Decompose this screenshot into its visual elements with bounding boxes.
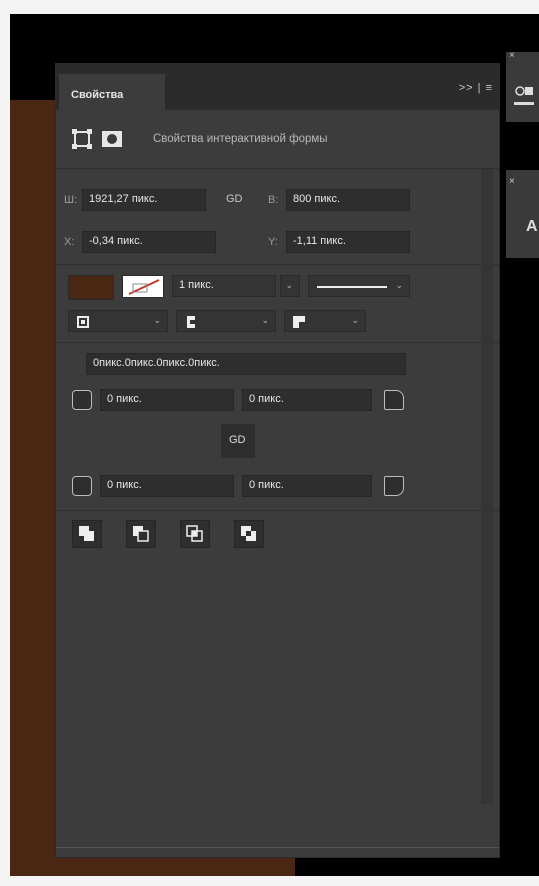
panel-scrollbar[interactable] (481, 169, 493, 804)
width-field[interactable]: 1921,27 пикс. (82, 189, 206, 211)
stroke-width-dropdown[interactable]: ⌄ (280, 275, 300, 297)
combine-shapes-button[interactable] (72, 520, 102, 548)
width-label: Ш: (64, 194, 78, 206)
panel-icon[interactable] (514, 84, 534, 105)
panel-menu-icon[interactable]: >> | ≡ (459, 82, 493, 94)
corner-bottom-right-field[interactable]: 0 пикс. (242, 475, 372, 497)
corner-bottom-right-icon (384, 476, 404, 496)
solid-line-icon (317, 286, 387, 288)
corner-icon (293, 316, 305, 328)
corner-top-left-field[interactable]: 0 пикс. (100, 389, 234, 411)
properties-panel: Свойства >> | ≡ Свойства интерактивной ф… (55, 63, 500, 858)
tab-properties[interactable]: Свойства (59, 74, 165, 110)
height-label: В: (268, 194, 279, 206)
corner-radius-combined-field[interactable]: 0пикс.0пикс.0пикс.0пикс. (86, 353, 406, 375)
tab-label: Свойства (71, 89, 124, 101)
bounding-box-icon (72, 129, 92, 149)
screen-frame-bottom (0, 876, 539, 886)
fill-color-swatch[interactable] (68, 275, 114, 300)
corner-top-right-field[interactable]: 0 пикс. (242, 389, 372, 411)
close-icon[interactable]: × (509, 50, 515, 61)
transform-icon-button[interactable] (71, 128, 93, 155)
panel-bottom-edge (56, 847, 499, 848)
exclude-shapes-icon (241, 526, 256, 541)
corner-bottom-left-icon (72, 476, 92, 496)
y-label: Y: (268, 236, 278, 248)
stroke-none-icon (128, 279, 160, 295)
cap-dropdown[interactable]: ⌄ (176, 310, 276, 332)
x-field[interactable]: -0,34 пикс. (82, 231, 216, 253)
chevron-down-icon: ⌄ (153, 315, 161, 325)
combine-shapes-icon (79, 526, 94, 541)
stroke-width-field[interactable]: 1 пикс. (172, 275, 276, 297)
chevron-down-icon: ⌄ (285, 280, 293, 290)
y-field[interactable]: -1,11 пикс. (286, 231, 410, 253)
intersect-shapes-button[interactable] (180, 520, 210, 548)
collapsed-panel-second[interactable]: × A (506, 170, 539, 258)
stroke-type-dropdown[interactable]: ⌄ (308, 275, 410, 297)
screen-frame-left (0, 0, 10, 886)
chevron-down-icon: ⌄ (395, 280, 403, 290)
close-icon[interactable]: × (509, 176, 515, 187)
screen-frame-top (0, 0, 539, 14)
corner-top-right-icon (384, 390, 404, 410)
stroke-color-swatch[interactable] (122, 275, 164, 298)
divider (56, 264, 499, 265)
section-title: Свойства интерактивной формы (153, 133, 328, 145)
x-label: X: (64, 236, 75, 248)
subtract-shape-button[interactable] (126, 520, 156, 548)
exclude-shapes-button[interactable] (234, 520, 264, 548)
mask-icon-button[interactable] (101, 128, 123, 155)
height-field[interactable]: 800 пикс. (286, 189, 410, 211)
link-corners-button[interactable]: GD (221, 424, 255, 458)
divider (56, 168, 499, 169)
divider (56, 342, 499, 343)
panel-letter: A (526, 218, 538, 235)
intersect-shapes-icon (186, 525, 203, 542)
corner-dropdown[interactable]: ⌄ (284, 310, 366, 332)
cap-icon (187, 316, 196, 328)
link-icon: GD (229, 434, 246, 446)
align-stroke-icon (77, 316, 89, 328)
corner-top-left-icon (72, 390, 92, 410)
link-icon[interactable]: GD (226, 193, 243, 205)
chevron-down-icon: ⌄ (351, 315, 359, 325)
chevron-down-icon: ⌄ (261, 315, 269, 325)
subtract-shape-icon (133, 526, 149, 542)
divider (56, 510, 499, 511)
mask-icon (102, 131, 122, 147)
align-stroke-dropdown[interactable]: ⌄ (68, 310, 168, 332)
layers-icon (515, 86, 533, 96)
collapsed-panel-top[interactable]: × (506, 50, 539, 122)
corner-bottom-left-field[interactable]: 0 пикс. (100, 475, 234, 497)
